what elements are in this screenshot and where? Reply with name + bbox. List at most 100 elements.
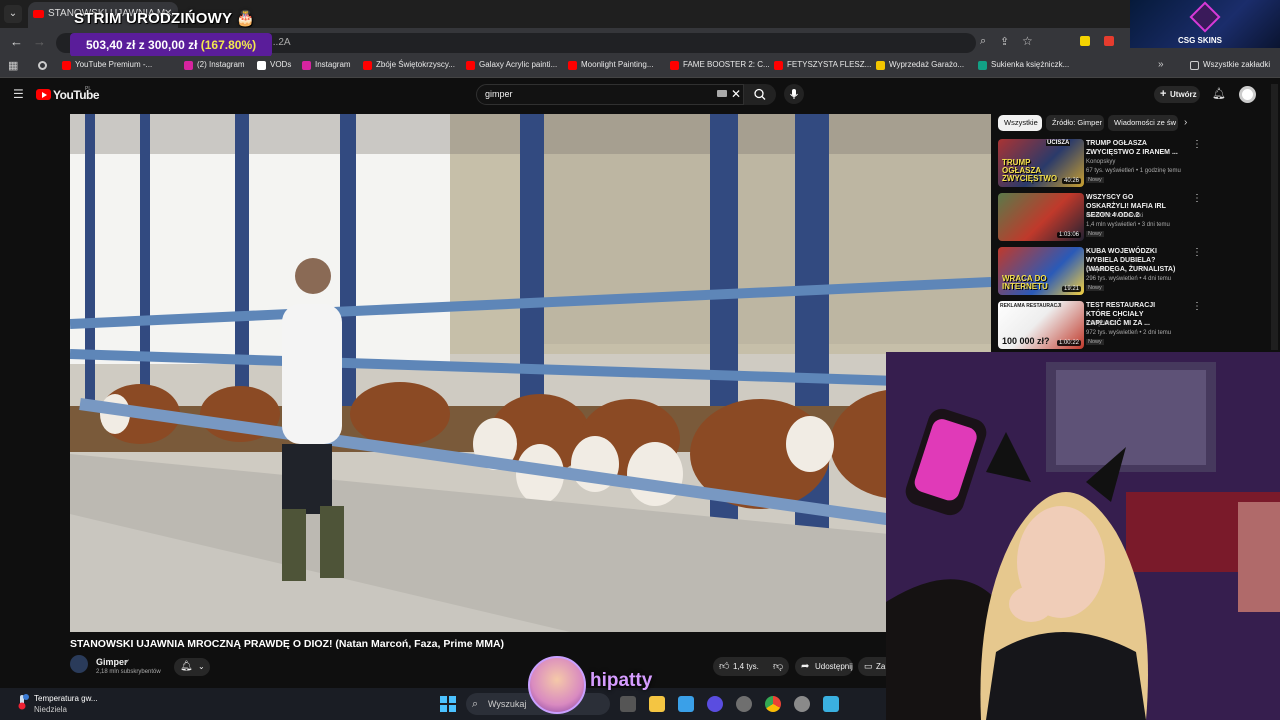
video-thumbnail[interactable]: UCISZA TRUMP OGŁASZA ZWYCIĘSTWO 40:26	[998, 139, 1084, 187]
weather-title[interactable]: Temperatura gw...	[34, 694, 98, 703]
streamer-avatar	[528, 656, 586, 714]
bell-icon: 🔔︎	[180, 661, 193, 672]
video-duration: 19:21	[1061, 286, 1081, 292]
bookmark-item[interactable]: FAME BOOSTER 2: C...	[670, 60, 770, 70]
windows-start-icon[interactable]	[440, 696, 456, 712]
recommended-video-title[interactable]: TRUMP OGŁASZA ZWYCIĘSTWO Z IRANEM ...	[1086, 139, 1178, 157]
bookmark-label: Moonlight Painting...	[581, 60, 654, 69]
page-scrollbar[interactable]	[1271, 84, 1278, 350]
bookmark-item[interactable]: YouTube Premium -...	[62, 60, 152, 70]
bookmark-favicon-icon	[568, 61, 577, 70]
bookmark-star-icon[interactable]: ☆	[1022, 34, 1033, 48]
zoom-icon[interactable]: ⌕	[980, 35, 986, 48]
chips-next-icon[interactable]: ›	[1184, 117, 1187, 128]
recommended-channel[interactable]: Gimper	[1086, 267, 1106, 273]
chrome-icon[interactable]	[765, 696, 781, 712]
bookmark-item[interactable]: Galaxy Acrylic painti...	[466, 60, 557, 70]
search-input[interactable]: gimper	[476, 84, 744, 105]
create-button[interactable]: + Utwórz	[1154, 86, 1200, 103]
bookmark-label: Wyprzedaż Garażo...	[889, 60, 965, 69]
notifications-bell-icon[interactable]: 🔔︎	[1212, 87, 1226, 100]
all-bookmarks-label: Wszystkie zakładki	[1203, 60, 1271, 69]
video-frame-cows-barn	[70, 114, 991, 632]
video-thumbnail[interactable]: 1:03:06	[998, 193, 1084, 241]
thumbnail-text: REKLAMA RESTAURACJI	[1000, 303, 1062, 309]
more-bookmarks-icon[interactable]: »	[1158, 59, 1164, 70]
all-bookmarks-button[interactable]: Wszystkie zakładki	[1190, 60, 1271, 70]
clear-search-icon[interactable]: ✕	[731, 87, 741, 101]
avatar[interactable]	[1239, 86, 1256, 103]
search-button[interactable]	[744, 84, 776, 105]
recommended-video[interactable]: WRACA DO INTERNETU 19:21 KUBA WOJEWÓDZKI W…	[998, 247, 1202, 297]
file-explorer-icon[interactable]	[649, 696, 665, 712]
bookmark-item[interactable]: VODs	[257, 60, 291, 70]
video-title: STANOWSKI UJAWNIA MROCZNĄ PRAWDĘ O DIOZ!…	[70, 638, 505, 650]
recommended-video[interactable]: UCISZA TRUMP OGŁASZA ZWYCIĘSTWO 40:26 TRUMP…	[998, 139, 1202, 189]
bookmark-item[interactable]: Zbóje Świętokrzyscy...	[363, 60, 455, 70]
more-options-icon[interactable]: ⋮	[1192, 139, 1202, 150]
extension-icon[interactable]	[1104, 36, 1114, 46]
filter-chip[interactable]: Wiadomości ze św	[1108, 115, 1178, 131]
filter-chip[interactable]: Źródło: Gimper	[1046, 115, 1104, 131]
url-text: ...2A	[270, 37, 291, 48]
notepad-icon[interactable]	[823, 696, 839, 712]
voice-search-button[interactable]	[784, 84, 804, 104]
recommended-channel[interactable]: KSIĄŻULO	[1086, 321, 1116, 327]
bookmark-item[interactable]: Sukienka księżniczk...	[978, 60, 1070, 70]
video-meta: 67 tys. wyświetleń • 1 godzinę temu	[1086, 168, 1181, 174]
bookmark-label: Instagram	[315, 60, 351, 69]
app-icon[interactable]	[707, 696, 723, 712]
new-badge: Nowy	[1086, 231, 1104, 237]
menu-icon[interactable]: ☰	[13, 87, 24, 101]
youtube-logo-text[interactable]: YouTube	[53, 88, 100, 102]
bookmark-item[interactable]: FETYSZYSTA FLESZ...	[774, 60, 871, 70]
recommended-video[interactable]: 1:03:06 WSZYSCY GO OSKARŻYLI! MAFIA IRL S…	[998, 193, 1202, 243]
settings-icon[interactable]	[794, 696, 810, 712]
create-label: Utwórz	[1170, 90, 1197, 99]
steam-icon[interactable]	[736, 696, 752, 712]
more-options-icon[interactable]: ⋮	[1192, 247, 1202, 258]
save-button[interactable]: ▭ Za	[858, 657, 888, 676]
filter-chip[interactable]: Wszystkie	[998, 115, 1042, 131]
new-badge: Nowy	[1086, 285, 1104, 291]
channel-avatar[interactable]	[70, 655, 88, 673]
video-thumbnail[interactable]: WRACA DO INTERNETU 19:21	[998, 247, 1084, 295]
streamer-name-overlay: hipatty	[590, 670, 653, 691]
weather-icon[interactable]	[14, 694, 30, 710]
keyboard-icon[interactable]	[717, 90, 727, 97]
bookmark-globe-icon[interactable]	[38, 61, 47, 70]
video-meta: 296 tys. wyświetleń • 4 dni temu	[1086, 276, 1172, 282]
recommended-channel[interactable]: Karol Friz Wiśniewski	[1086, 213, 1143, 219]
like-count: 1,4 tys.	[733, 662, 759, 671]
video-duration: 1:00:22	[1056, 340, 1081, 346]
bookmark-item[interactable]: Moonlight Painting...	[568, 60, 654, 70]
bookmark-item[interactable]: Wyprzedaż Garażo...	[876, 60, 965, 70]
install-icon[interactable]: ⇪	[1000, 35, 1009, 48]
task-view-icon[interactable]	[620, 696, 636, 712]
microphone-icon	[790, 89, 798, 99]
tab-search-button[interactable]: ⌄	[4, 5, 22, 23]
thumbs-down-icon[interactable]: 👎︎	[773, 657, 783, 676]
youtube-logo-icon[interactable]	[36, 89, 51, 100]
channel-name[interactable]: Gimper	[96, 657, 128, 667]
like-button[interactable]: 👍︎ 1,4 tys. 👎︎	[713, 657, 789, 676]
bookmark-label: Sukienka księżniczk...	[991, 60, 1070, 69]
extension-icon[interactable]	[1080, 36, 1090, 46]
back-icon[interactable]: ←	[10, 34, 23, 49]
store-icon[interactable]	[678, 696, 694, 712]
video-thumbnail[interactable]: REKLAMA RESTAURACJI 100 000 zł? 1:00:22	[998, 301, 1084, 349]
apps-grid-icon[interactable]: ▦	[8, 59, 18, 72]
subscription-bell-button[interactable]: 🔔︎ ⌄	[174, 658, 210, 676]
bookmark-item[interactable]: (2) Instagram	[184, 60, 245, 70]
goal-percent: (167.80%)	[200, 38, 257, 52]
save-label: Za	[876, 662, 886, 671]
recommended-channel[interactable]: Konopskyy	[1086, 159, 1115, 165]
webcam-frame	[886, 352, 1280, 720]
more-options-icon[interactable]: ⋮	[1192, 301, 1202, 312]
recommended-video[interactable]: REKLAMA RESTAURACJI 100 000 zł? 1:00:22 TES…	[998, 301, 1202, 351]
share-button[interactable]: ➦ Udostępnij	[795, 657, 853, 676]
more-options-icon[interactable]: ⋮	[1192, 193, 1202, 204]
forward-icon[interactable]: →	[33, 34, 46, 49]
bookmark-item[interactable]: Instagram	[302, 60, 351, 70]
video-player[interactable]	[70, 114, 991, 632]
